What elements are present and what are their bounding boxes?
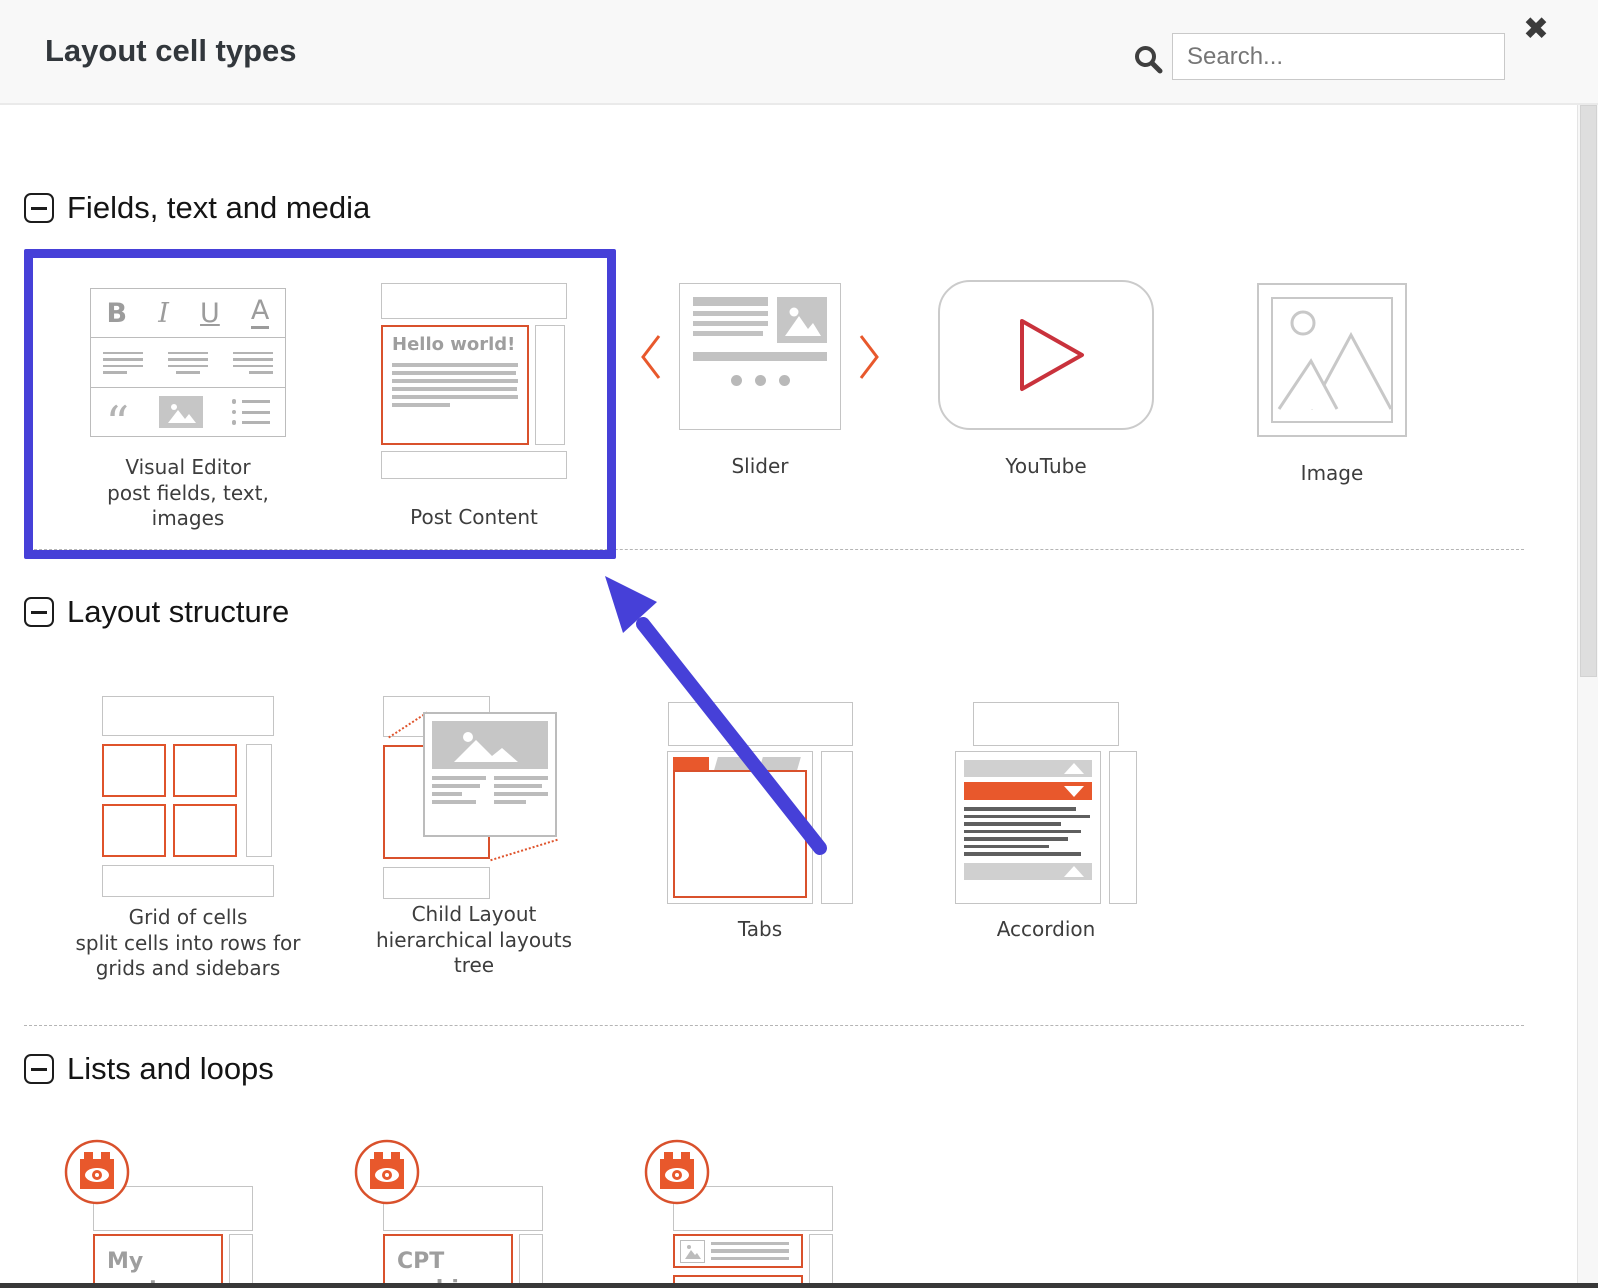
cell-type-accordion[interactable]: Accordion bbox=[903, 685, 1189, 943]
cell-type-grid-of-cells[interactable]: Grid of cells split cells into rows for … bbox=[45, 685, 331, 982]
cell-label: Child Layout bbox=[412, 902, 537, 928]
collapse-icon[interactable] bbox=[24, 193, 54, 223]
text-color-icon: A bbox=[251, 297, 269, 328]
section-layout-structure: Layout structure bbox=[24, 594, 289, 630]
chevron-right-icon bbox=[856, 332, 882, 382]
layout-sidebar-box bbox=[1109, 751, 1137, 904]
image-thumbnail-icon bbox=[432, 721, 548, 769]
layout-cell-types-modal: Layout cell types ✖ Fields, text and med… bbox=[0, 0, 1598, 1288]
layout-footer-box bbox=[381, 451, 567, 479]
modal-header: Layout cell types ✖ bbox=[0, 0, 1598, 105]
bold-icon: B bbox=[107, 298, 128, 329]
image-thumbnail-icon bbox=[159, 396, 203, 428]
section-title: Fields, text and media bbox=[67, 190, 370, 226]
image-thumbnail-icon bbox=[777, 297, 827, 343]
cell-type-image[interactable]: Image bbox=[1189, 250, 1475, 487]
cell-label: Slider bbox=[731, 454, 788, 480]
align-right-icon bbox=[233, 352, 273, 374]
post-content-preview: Hello world! bbox=[381, 325, 529, 445]
scrollbar-thumb[interactable] bbox=[1580, 105, 1597, 677]
loop-list-item bbox=[673, 1234, 803, 1268]
cell-label: Image bbox=[1301, 461, 1364, 487]
child-layout-icon bbox=[331, 685, 617, 902]
layout-sidebar-box bbox=[809, 1234, 833, 1288]
align-center-icon bbox=[168, 352, 208, 374]
section-divider bbox=[24, 1025, 1524, 1026]
views-logo-icon bbox=[643, 1138, 711, 1206]
layout-footer-box bbox=[383, 867, 490, 899]
cell-type-child-layout[interactable]: Child Layout hierarchical layouts tree bbox=[331, 685, 617, 979]
cell-type-post-content[interactable]: Hello world! Post Content bbox=[331, 250, 617, 531]
slider-icon bbox=[638, 283, 882, 430]
search-icon bbox=[1133, 44, 1163, 74]
cell-label: Visual Editor bbox=[125, 455, 250, 481]
collapsed-panel-icon bbox=[964, 760, 1092, 777]
search-input[interactable] bbox=[1172, 33, 1505, 80]
inactive-tab-icon bbox=[759, 757, 801, 770]
cell-label: YouTube bbox=[1005, 454, 1086, 480]
views-logo-icon bbox=[63, 1138, 131, 1206]
cell-label: Post Content bbox=[410, 505, 538, 531]
active-tab-icon bbox=[673, 757, 709, 770]
italic-icon: I bbox=[158, 298, 169, 329]
layout-sidebar-box bbox=[246, 744, 272, 857]
collapse-icon[interactable] bbox=[24, 597, 54, 627]
scrollbar-track[interactable] bbox=[1577, 105, 1598, 1288]
expanded-panel-icon bbox=[964, 782, 1092, 800]
loop-preview: CPT archive bbox=[383, 1234, 513, 1288]
layout-sidebar-box bbox=[229, 1234, 253, 1288]
inactive-tab-icon bbox=[714, 757, 756, 770]
loop-preview: My custom type bbox=[93, 1234, 223, 1288]
layout-sidebar-box bbox=[519, 1234, 543, 1288]
play-icon bbox=[1018, 317, 1088, 393]
cell-sublabel: post fields, text, images bbox=[102, 481, 274, 532]
viewport-bottom-edge bbox=[0, 1283, 1598, 1288]
grid-of-cells-icon bbox=[102, 696, 274, 897]
section-lists-and-loops: Lists and loops bbox=[24, 1051, 274, 1087]
cell-sublabel: split cells into rows for grids and side… bbox=[66, 931, 310, 982]
cell-type-youtube[interactable]: YouTube bbox=[903, 250, 1189, 480]
modal-title: Layout cell types bbox=[45, 33, 297, 69]
layout-sidebar-box bbox=[821, 751, 853, 904]
collapsed-panel-icon bbox=[964, 863, 1092, 880]
carousel-dots-icon bbox=[693, 375, 827, 386]
tab-content-box bbox=[673, 770, 807, 898]
layout-sidebar-box bbox=[535, 325, 565, 445]
layout-header-box bbox=[381, 283, 567, 319]
layout-footer-box bbox=[102, 865, 274, 897]
cell-label: Tabs bbox=[738, 917, 782, 943]
accordion-icon bbox=[955, 751, 1137, 904]
visual-editor-icon: B I U A “ bbox=[90, 288, 286, 437]
layout-header-box bbox=[102, 696, 274, 736]
cell-type-slider[interactable]: Slider bbox=[617, 250, 903, 480]
section-fields-text-media: Fields, text and media bbox=[24, 190, 370, 226]
preview-title: My custom type bbox=[107, 1248, 209, 1288]
cell-type-tabs[interactable]: Tabs bbox=[617, 685, 903, 943]
layout-header-box bbox=[973, 702, 1119, 746]
tabs-icon bbox=[667, 751, 853, 904]
cell-sublabel: hierarchical layouts tree bbox=[371, 928, 577, 979]
section-title: Lists and loops bbox=[67, 1051, 274, 1087]
preview-title: Hello world! bbox=[392, 334, 518, 355]
collapse-icon[interactable] bbox=[24, 1054, 54, 1084]
preview-title: CPT archive bbox=[397, 1248, 499, 1288]
views-logo-icon bbox=[353, 1138, 421, 1206]
cell-label: Grid of cells bbox=[129, 905, 248, 931]
underline-icon: U bbox=[200, 298, 220, 329]
chevron-left-icon bbox=[638, 332, 664, 382]
child-layout-card bbox=[423, 712, 557, 837]
layout-header-box bbox=[668, 702, 853, 746]
bullet-list-icon bbox=[232, 399, 271, 425]
section-title: Layout structure bbox=[67, 594, 289, 630]
image-thumbnail-icon bbox=[680, 1240, 705, 1263]
section-divider bbox=[24, 549, 1524, 550]
blockquote-icon: “ bbox=[106, 419, 130, 428]
cell-type-visual-editor[interactable]: B I U A “ Visual bbox=[45, 250, 331, 532]
youtube-icon bbox=[938, 280, 1154, 430]
close-icon[interactable]: ✖ bbox=[1523, 14, 1549, 45]
post-content-icon: Hello world! bbox=[381, 283, 567, 479]
cell-label: Accordion bbox=[997, 917, 1096, 943]
align-left-icon bbox=[103, 352, 143, 374]
image-icon bbox=[1257, 283, 1407, 437]
